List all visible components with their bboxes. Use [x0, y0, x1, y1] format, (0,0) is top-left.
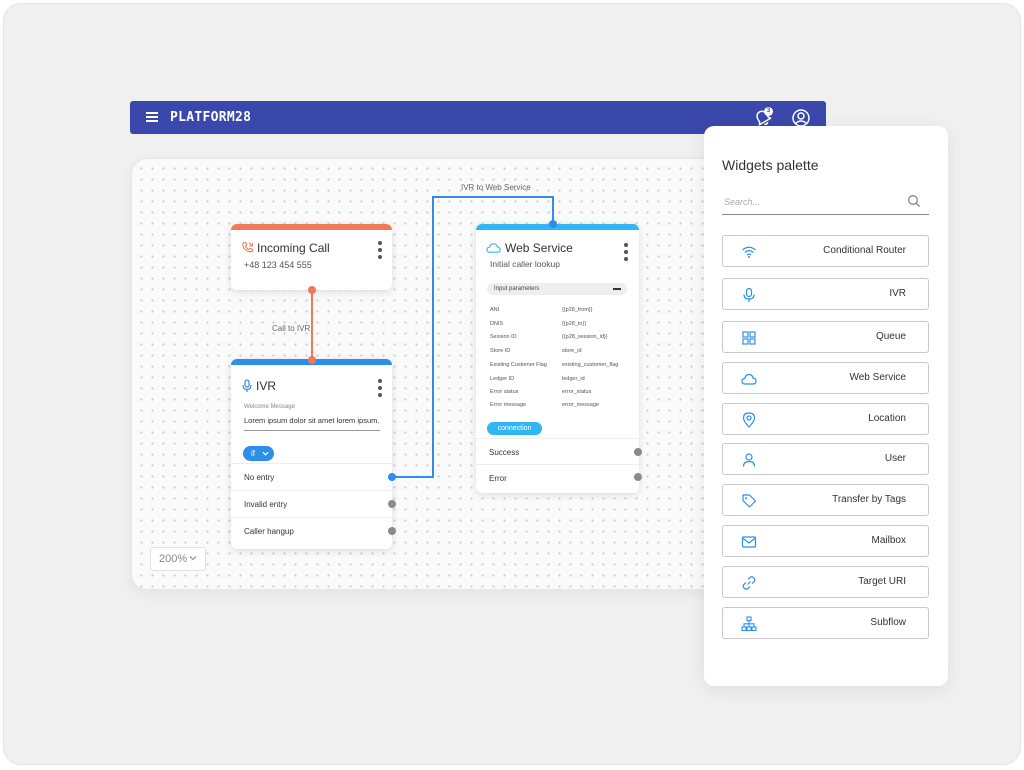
cloud-icon [741, 373, 757, 385]
widget-label: Web Service [849, 372, 906, 383]
node-accent-bar [476, 224, 639, 230]
link-icon [742, 576, 756, 590]
mail-icon [741, 536, 757, 548]
output-port[interactable] [388, 473, 396, 481]
microphone-icon [743, 287, 755, 302]
ws-output-row[interactable]: Success [476, 438, 639, 466]
cloud-icon [486, 243, 501, 253]
widget-conditional-router[interactable]: Conditional Router [722, 235, 929, 267]
output-port[interactable] [308, 286, 316, 294]
more-options-icon[interactable] [378, 241, 382, 262]
microphone-icon [242, 379, 252, 392]
widget-target-uri[interactable]: Target URI [722, 566, 929, 598]
ivr-node[interactable]: IVR Welcome Message Lorem ipsum dolor si… [231, 359, 392, 549]
tag-icon [742, 494, 757, 508]
widget-user[interactable]: User [722, 443, 929, 475]
hamburger-menu-icon[interactable] [146, 112, 158, 122]
node-title: Web Service [505, 241, 573, 255]
ivr-output-row[interactable]: Caller hangup [231, 517, 392, 545]
widget-label: Conditional Router [823, 245, 906, 256]
phone-call-icon [242, 242, 253, 253]
widget-transfer-by-tags[interactable]: Transfer by Tags [722, 484, 929, 516]
widget-subflow[interactable]: Subflow [722, 607, 929, 639]
user-account-icon[interactable] [791, 108, 811, 128]
param-key: DNIS [490, 321, 504, 327]
widget-label: Subflow [870, 617, 906, 628]
web-service-node[interactable]: Web Service Initial caller lookup Input … [476, 224, 639, 493]
widget-label: Mailbox [871, 535, 906, 546]
search-input[interactable] [724, 194, 894, 210]
param-key: Existing Customer Flag [490, 362, 547, 368]
input-parameters-label: Input parameters [494, 286, 540, 292]
output-port[interactable] [634, 448, 642, 456]
notification-badge: 3 [764, 107, 773, 116]
more-options-icon[interactable] [624, 243, 628, 264]
widget-label: Transfer by Tags [832, 494, 906, 505]
condition-label: if [251, 449, 255, 458]
input-port[interactable] [549, 220, 557, 228]
input-port[interactable] [308, 356, 316, 364]
welcome-message-label: Welcome Message [244, 404, 295, 410]
node-subtitle: Initial caller lookup [490, 259, 560, 269]
flow-canvas[interactable] [131, 158, 771, 590]
widget-mailbox[interactable]: Mailbox [722, 525, 929, 557]
param-key: Error status [490, 389, 519, 395]
output-port[interactable] [388, 500, 396, 508]
zoom-value: 200% [159, 553, 188, 565]
welcome-message-field[interactable]: Lorem ipsum dolor sit amet lorem ipsum..… [244, 416, 380, 431]
condition-dropdown[interactable]: if [243, 446, 274, 461]
user-icon [742, 453, 756, 467]
brand-logo: PLATFORM28 [170, 110, 252, 125]
param-value: existing_customer_flag [562, 362, 619, 368]
location-pin-icon [742, 412, 756, 428]
grid-icon [742, 331, 756, 345]
collapse-icon[interactable] [613, 288, 621, 290]
connection-badge[interactable]: connection [487, 422, 542, 435]
param-key: Ledger ID [490, 376, 515, 382]
more-options-icon[interactable] [378, 379, 382, 400]
wifi-icon [742, 246, 756, 258]
param-value: ledger_id [562, 376, 585, 382]
output-port[interactable] [634, 473, 642, 481]
param-key: Session ID [490, 334, 517, 340]
widget-web-service[interactable]: Web Service [722, 362, 929, 394]
ws-output-row[interactable]: Error [476, 464, 639, 492]
widget-queue[interactable]: Queue [722, 321, 929, 353]
widgets-palette: Widgets palette Conditional Router IVR Q… [704, 126, 948, 686]
widget-ivr[interactable]: IVR [722, 278, 929, 310]
search-icon[interactable] [907, 194, 921, 208]
param-value: error_message [562, 402, 599, 408]
param-value: store_id [562, 348, 582, 354]
param-key: Store ID [490, 348, 511, 354]
widget-label: Target URI [858, 576, 906, 587]
param-value: {{p28_from}} [562, 307, 593, 313]
ivr-output-row[interactable]: No entry [231, 463, 392, 491]
param-value: {{p28_session_id}} [562, 334, 608, 340]
connection-label: Call to IVR [272, 324, 311, 333]
widget-label: Location [868, 413, 906, 424]
connection-label: IVR to Web Service [461, 183, 531, 192]
chevron-down-icon [189, 556, 197, 561]
palette-search [722, 189, 929, 215]
ivr-output-row[interactable]: Invalid entry [231, 490, 392, 518]
param-key: ANI [490, 307, 500, 313]
node-phone-number: +48 123 454 555 [244, 260, 312, 270]
param-value: error_status [562, 389, 592, 395]
palette-title: Widgets palette [722, 157, 819, 173]
chevron-down-icon [262, 451, 269, 456]
param-value: {{p28_to}} [562, 321, 587, 327]
widget-label: User [884, 453, 906, 464]
zoom-select[interactable]: 200% [150, 547, 206, 571]
widget-label: IVR [889, 288, 906, 299]
input-parameters-header[interactable]: Input parameters [487, 283, 627, 295]
param-key: Error message [490, 402, 527, 408]
widget-location[interactable]: Location [722, 403, 929, 435]
node-title: IVR [256, 379, 277, 393]
widget-label: Queue [875, 331, 906, 342]
incoming-call-node[interactable]: Incoming Call +48 123 454 555 [231, 224, 392, 290]
output-port[interactable] [388, 527, 396, 535]
sitemap-icon [741, 616, 757, 632]
node-title: Incoming Call [257, 241, 330, 255]
node-accent-bar [231, 224, 392, 230]
